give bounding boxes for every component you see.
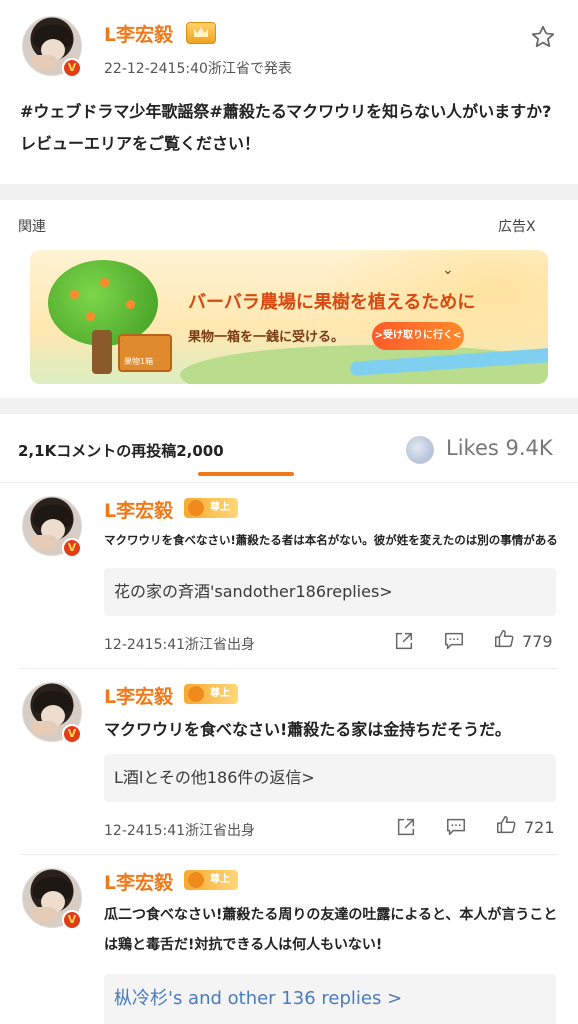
replies-link[interactable]: L酒lとその他186件の返信> xyxy=(104,754,556,802)
section-separator xyxy=(0,184,578,200)
comment-icon[interactable] xyxy=(444,816,468,838)
comment-text: 瓜二つ食べなさい!蕭殺たる周りの友達の吐露によると、本人が言うことは鶏と毒舌だ!… xyxy=(104,907,558,953)
commenter-name[interactable]: L李宏毅 xyxy=(104,868,173,895)
comment-text: マクワウリを食べなさい!蕭殺たる者は本名がない。彼が姓を変えたのは別の事情がある xyxy=(104,533,558,547)
banner-claim-button[interactable]: >受け取りに行く< xyxy=(372,322,464,350)
author-name[interactable]: L李宏毅 xyxy=(104,20,173,47)
section-separator xyxy=(0,398,578,414)
comment-meta: 12-2415:41浙江省出身 xyxy=(104,637,256,653)
replies-link[interactable]: 枞冷杉's and other 136 replies > xyxy=(104,974,556,1024)
commenter-name[interactable]: L李宏毅 xyxy=(104,496,173,523)
like-icon[interactable] xyxy=(492,628,516,650)
likes-tab[interactable]: Likes 9.4K xyxy=(446,436,553,460)
divider xyxy=(0,482,578,483)
replies-link[interactable]: 花の家の斉酒'sandother186replies> xyxy=(104,568,556,616)
share-icon[interactable] xyxy=(392,630,416,652)
like-count: 779 xyxy=(522,632,553,651)
active-tab-indicator xyxy=(198,472,294,476)
like-icon[interactable] xyxy=(494,814,518,836)
verified-badge-icon: V xyxy=(62,910,82,930)
fan-badge: 尊上 xyxy=(184,870,238,890)
comment-icon[interactable] xyxy=(442,630,466,652)
comment-meta: 12-2415:41浙江省出身 xyxy=(104,823,256,839)
divider xyxy=(20,668,558,669)
comment-repost-tabs[interactable]: 2,1Kコメントの再投稿2,000 xyxy=(18,440,224,461)
fan-badge: 尊上 xyxy=(184,684,238,704)
like-count: 721 xyxy=(524,818,555,837)
ad-close-button[interactable]: 広告X xyxy=(498,216,536,236)
likes-avatar-icon xyxy=(406,436,434,464)
banner-title: バーバラ農場に果樹を植えるために xyxy=(188,292,476,313)
comment-text: マクワウリを食べなさい!蕭殺たる家は金持ちだそうだ。 xyxy=(104,720,511,739)
bird-icon: ⌄ xyxy=(442,262,454,278)
post-meta: 22-12-2415:40浙江省で発表 xyxy=(104,61,292,77)
commenter-name[interactable]: L李宏毅 xyxy=(104,682,173,709)
verified-badge-icon: V xyxy=(62,538,82,558)
weibo-post-page: V L李宏毅 22-12-2415:40浙江省で発表 #ウェブドラマ少年歌謡祭#… xyxy=(0,0,578,1024)
fruit-box-icon: 果物1箱 xyxy=(118,334,172,372)
favorite-star-icon[interactable] xyxy=(530,24,556,50)
comment-item: V L李宏毅 尊上 マクワウリを食べなさい!蕭殺たる家は金持ちだそうだ。 L酒l… xyxy=(0,680,578,856)
share-icon[interactable] xyxy=(394,816,418,838)
verified-badge-icon: V xyxy=(62,58,82,78)
reply-author: 枞冷杉 xyxy=(114,988,168,1009)
fan-badge: 尊上 xyxy=(184,498,238,518)
divider xyxy=(20,854,558,855)
reply-more: 's and other 136 replies > xyxy=(168,988,403,1009)
post-text: #ウェブドラマ少年歌謡祭#蕭殺たるマクワウリを知らない人がいますか?レビューエリ… xyxy=(20,102,552,153)
banner-subtitle: 果物一箱を一銭に受ける。 xyxy=(188,330,345,345)
ad-banner[interactable]: 果物1箱 ⌄ バーバラ農場に果樹を植えるために 果物一箱を一銭に受ける。 >受け… xyxy=(30,250,548,384)
comment-item: V L李宏毅 尊上 マクワウリを食べなさい!蕭殺たる者は本名がない。彼が姓を変え… xyxy=(0,494,578,670)
related-label: 関連 xyxy=(18,219,46,235)
post-card: V L李宏毅 22-12-2415:40浙江省で発表 #ウェブドラマ少年歌謡祭#… xyxy=(0,0,578,184)
comment-item: V L李宏毅 尊上 瓜二つ食べなさい!蕭殺たる周りの友達の吐露によると、本人が言… xyxy=(0,866,578,1024)
verified-badge-icon: V xyxy=(62,724,82,744)
crown-icon xyxy=(186,22,216,44)
